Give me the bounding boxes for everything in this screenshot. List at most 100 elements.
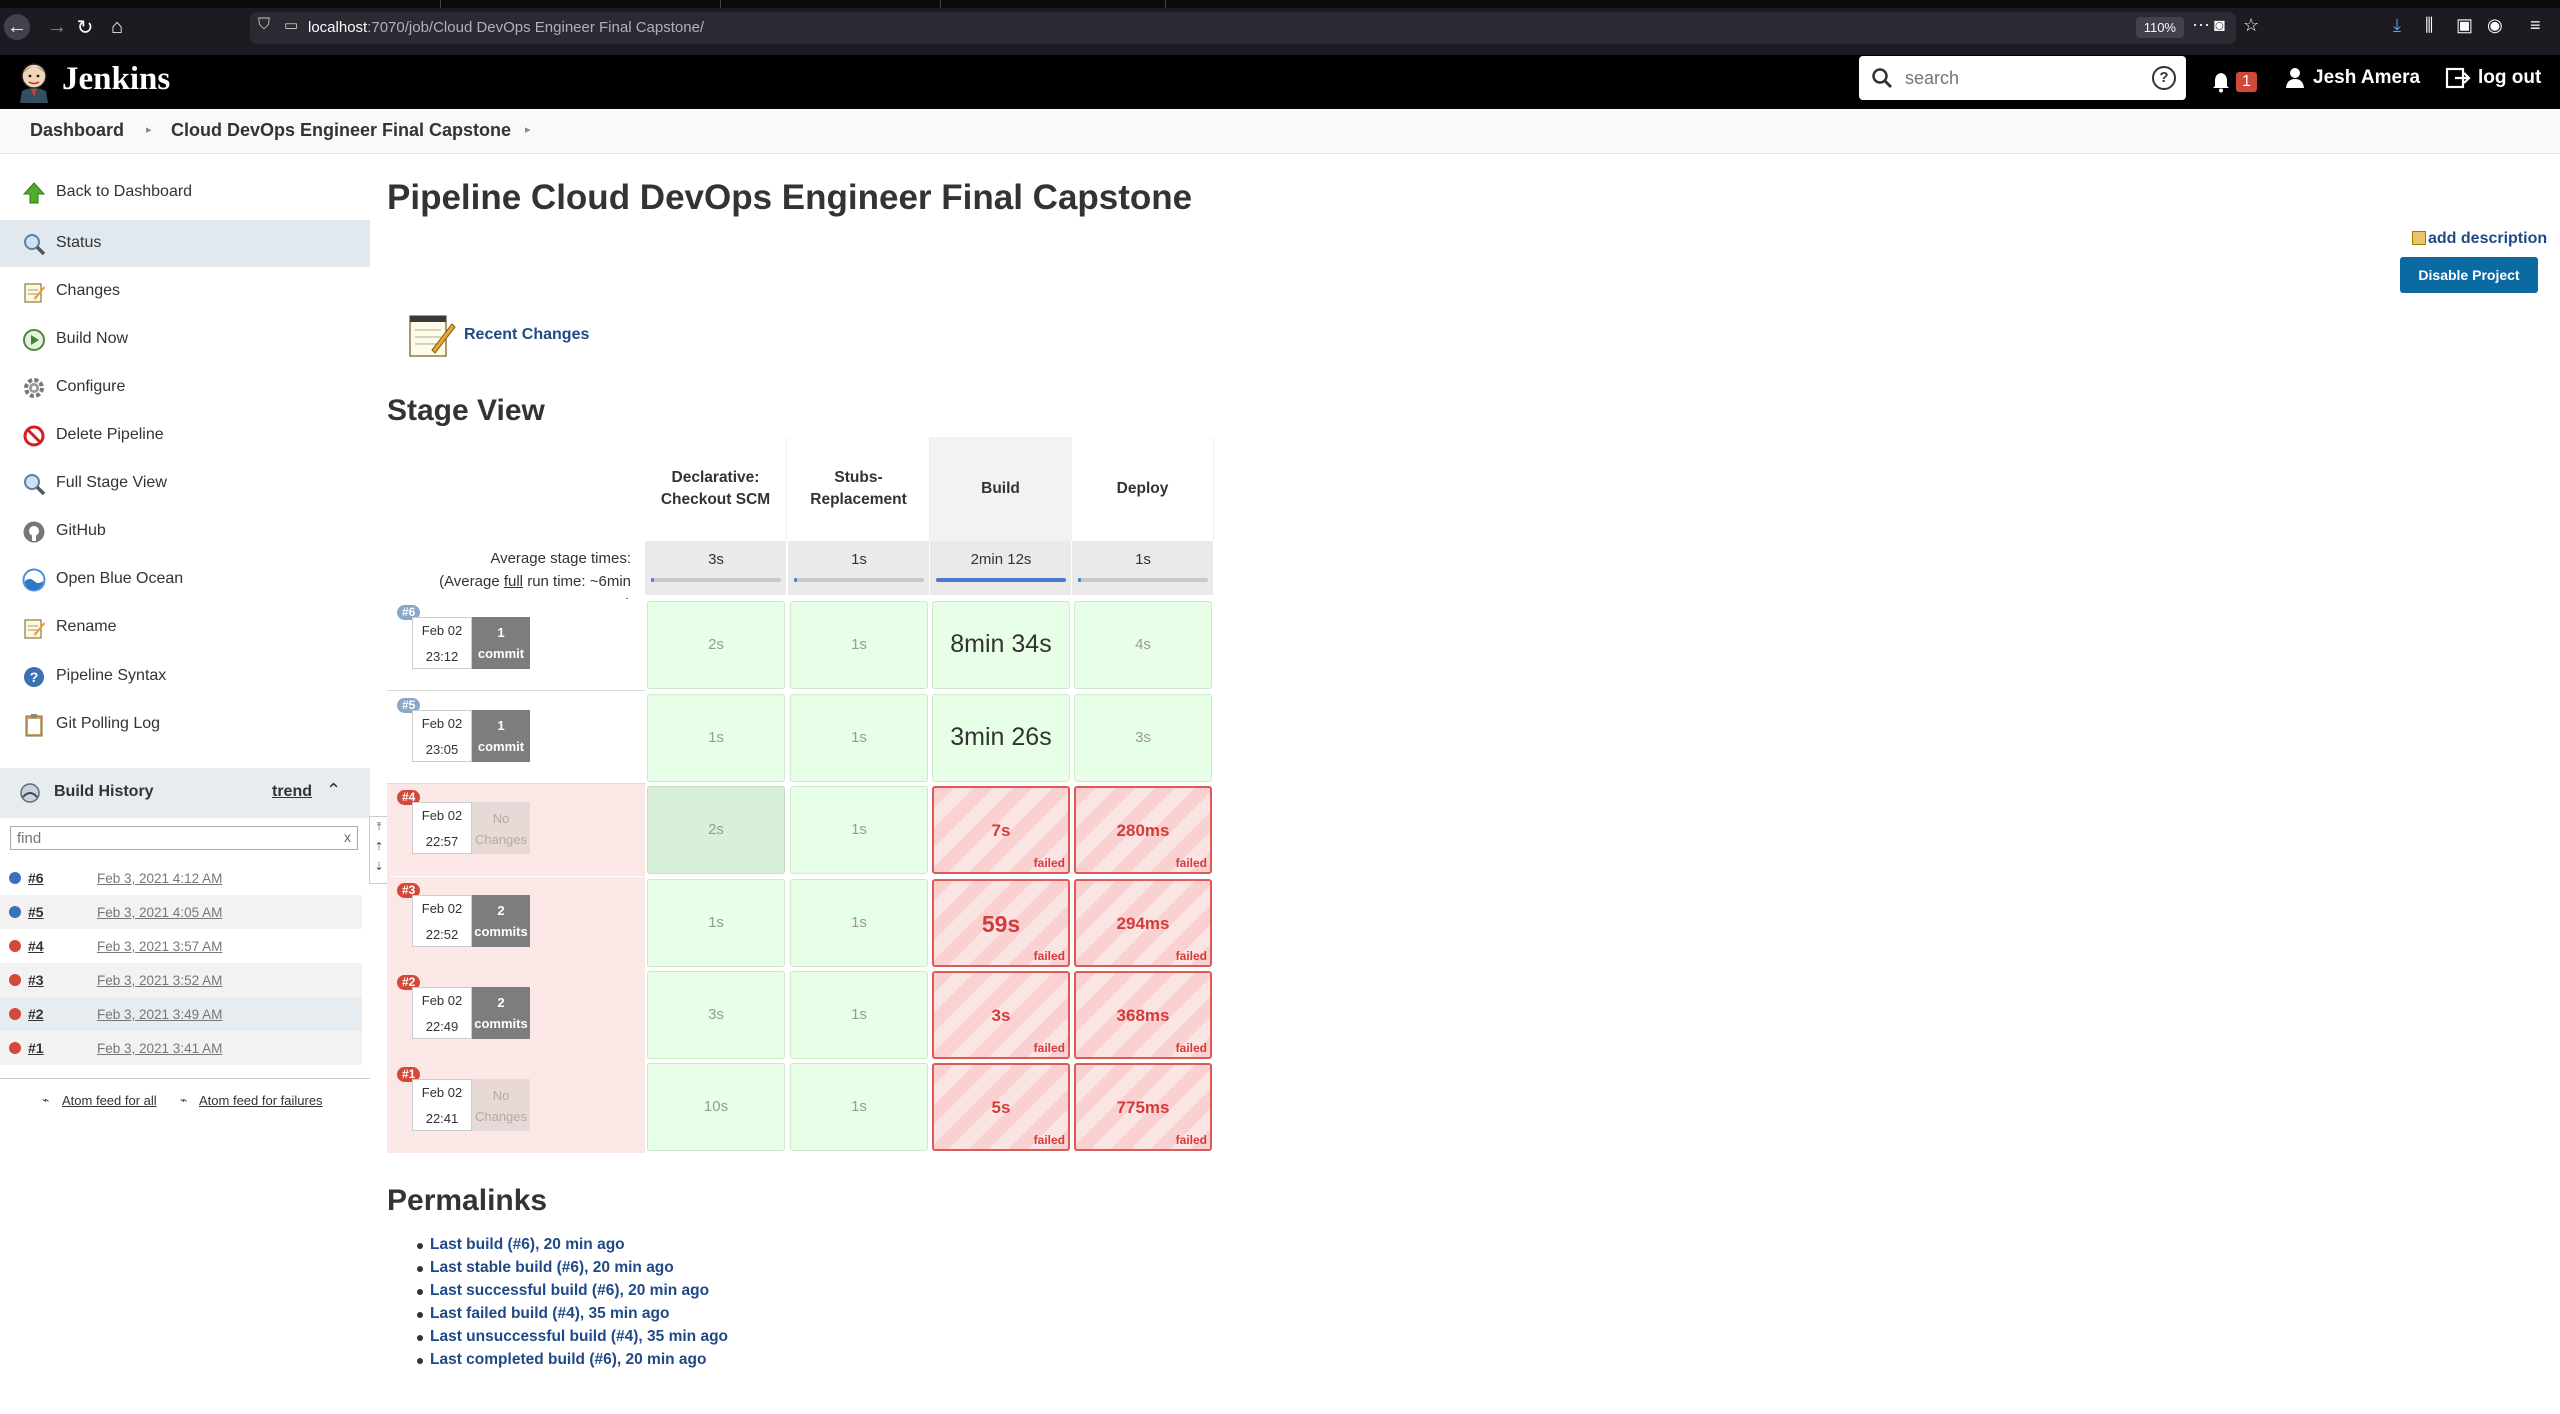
- stage-cell[interactable]: 1s: [647, 694, 785, 782]
- build-number-link[interactable]: #2: [28, 1006, 44, 1022]
- scroll-top-icon[interactable]: ⤒: [370, 817, 388, 837]
- task-changes[interactable]: Changes: [0, 268, 370, 315]
- logout-label[interactable]: log out: [2478, 67, 2541, 89]
- build-date-link[interactable]: Feb 3, 2021 4:05 AM: [97, 905, 222, 920]
- build-history-row[interactable]: #6 Feb 3, 2021 4:12 AM: [0, 861, 362, 895]
- recent-changes-label[interactable]: Recent Changes: [464, 326, 589, 344]
- task-configure[interactable]: Configure: [0, 364, 370, 411]
- rss-feed-icon[interactable]: ⌁: [42, 1093, 49, 1107]
- scroll-down-icon[interactable]: ⇣: [370, 857, 388, 877]
- jenkins-butler-logo-icon[interactable]: [14, 61, 54, 103]
- recent-changes-link[interactable]: Recent Changes: [406, 310, 589, 360]
- stage-cell[interactable]: 3s: [647, 971, 785, 1059]
- add-description-link[interactable]: add description: [2412, 230, 2547, 248]
- back-arrow-icon[interactable]: ←: [4, 14, 30, 40]
- breadcrumb-dashboard[interactable]: Dashboard: [30, 120, 124, 141]
- permalink-item[interactable]: Last failed build (#4), 35 min ago: [417, 1305, 728, 1328]
- build-history-row[interactable]: #2 Feb 3, 2021 3:49 AM: [0, 997, 362, 1031]
- stage-cell[interactable]: 7s failed: [932, 786, 1070, 874]
- build-date-link[interactable]: Feb 3, 2021 3:57 AM: [97, 939, 222, 954]
- forward-arrow-icon[interactable]: →: [44, 14, 70, 40]
- build-date-link[interactable]: Feb 3, 2021 4:12 AM: [97, 871, 222, 886]
- reload-icon[interactable]: ↻: [72, 14, 98, 40]
- stage-cell[interactable]: 1s: [647, 879, 785, 967]
- build-date-link[interactable]: Feb 3, 2021 3:49 AM: [97, 1007, 222, 1022]
- address-bar[interactable]: ⛉ ▭ localhost:7070/job/Cloud DevOps Engi…: [250, 12, 2236, 44]
- stage-cell[interactable]: 3s failed: [932, 971, 1070, 1059]
- app-menu-icon[interactable]: ≡: [2530, 15, 2541, 36]
- stage-cell[interactable]: 1s: [790, 879, 928, 967]
- disable-project-button[interactable]: Disable Project: [2400, 257, 2538, 293]
- task-git-polling-log[interactable]: Git Polling Log: [0, 701, 370, 748]
- atom-feed-failures-link[interactable]: Atom feed for failures: [199, 1093, 323, 1108]
- stage-cell[interactable]: 1s: [790, 786, 928, 874]
- stage-cell[interactable]: 294ms failed: [1074, 879, 1212, 967]
- permalink-item[interactable]: Last unsuccessful build (#4), 35 min ago: [417, 1328, 728, 1351]
- atom-feed-all-link[interactable]: Atom feed for all: [62, 1093, 157, 1108]
- stage-cell[interactable]: 59s failed: [932, 879, 1070, 967]
- search-input[interactable]: [1903, 64, 2133, 92]
- stage-cell[interactable]: 2s: [647, 786, 785, 874]
- build-date-link[interactable]: Feb 3, 2021 3:41 AM: [97, 1041, 222, 1056]
- find-input[interactable]: [11, 827, 331, 849]
- trend-link[interactable]: trend: [272, 783, 312, 801]
- build-date-link[interactable]: Feb 3, 2021 3:52 AM: [97, 973, 222, 988]
- stage-cell[interactable]: 2s: [647, 601, 785, 689]
- build-number-link[interactable]: #5: [28, 904, 44, 920]
- permalink-item[interactable]: Last completed build (#6), 20 min ago: [417, 1351, 728, 1374]
- rss-feed-icon[interactable]: ⌁: [180, 1093, 187, 1107]
- notifications-button[interactable]: 1: [2210, 67, 2257, 97]
- stage-cell[interactable]: 5s failed: [932, 1063, 1070, 1151]
- task-pipeline-syntax[interactable]: ? Pipeline Syntax: [0, 653, 370, 700]
- app-title[interactable]: Jenkins: [62, 61, 170, 98]
- task-open-blue-ocean[interactable]: Open Blue Ocean: [0, 556, 370, 603]
- task-status[interactable]: Status: [0, 220, 370, 267]
- stage-cell[interactable]: 1s: [790, 1063, 928, 1151]
- build-number-link[interactable]: #6: [28, 870, 44, 886]
- build-number-link[interactable]: #1: [28, 1040, 44, 1056]
- search-box[interactable]: ?: [1859, 56, 2186, 100]
- stage-cell[interactable]: 4s: [1074, 601, 1212, 689]
- build-run-row[interactable]: #4 Feb 02 22:57 No Changes: [387, 784, 645, 876]
- build-history-row[interactable]: #1 Feb 3, 2021 3:41 AM: [0, 1031, 362, 1065]
- breadcrumb-separator-icon[interactable]: ▸: [525, 123, 531, 136]
- account-icon[interactable]: ◉: [2487, 15, 2503, 36]
- tracking-shield-icon[interactable]: ⛉: [258, 16, 270, 34]
- build-history-row[interactable]: #4 Feb 3, 2021 3:57 AM: [0, 929, 362, 963]
- build-history-row[interactable]: #5 Feb 3, 2021 4:05 AM: [0, 895, 362, 929]
- build-run-row[interactable]: #5 Feb 02 23:05 1 commit: [387, 692, 645, 784]
- breadcrumb-job[interactable]: Cloud DevOps Engineer Final Capstone: [171, 120, 511, 141]
- page-info-icon[interactable]: ▭: [284, 16, 298, 34]
- commit-count-box[interactable]: 1 commit: [472, 617, 530, 669]
- stage-cell[interactable]: 775ms failed: [1074, 1063, 1212, 1151]
- task-build-now[interactable]: Build Now: [0, 316, 370, 363]
- commit-count-box[interactable]: 2 commits: [472, 987, 530, 1039]
- build-history-row[interactable]: #3 Feb 3, 2021 3:52 AM: [0, 963, 362, 997]
- library-icon[interactable]: ⫼: [2425, 15, 2433, 36]
- permalink-item[interactable]: Last build (#6), 20 min ago: [417, 1236, 728, 1259]
- stage-cell[interactable]: 280ms failed: [1074, 786, 1212, 874]
- stage-cell[interactable]: 10s: [647, 1063, 785, 1151]
- stage-cell[interactable]: 3s: [1074, 694, 1212, 782]
- search-help-icon[interactable]: ?: [2152, 66, 2176, 90]
- stage-cell[interactable]: 8min 34s: [932, 601, 1070, 689]
- commit-count-box[interactable]: 1 commit: [472, 710, 530, 762]
- user-name[interactable]: Jesh Amera: [2313, 67, 2420, 89]
- stage-cell[interactable]: 1s: [790, 601, 928, 689]
- stage-cell[interactable]: 1s: [790, 971, 928, 1059]
- bookmark-star-icon[interactable]: ☆: [2243, 15, 2259, 36]
- build-number-link[interactable]: #4: [28, 938, 44, 954]
- task-full-stage-view[interactable]: Full Stage View: [0, 460, 370, 507]
- build-run-row[interactable]: #2 Feb 02 22:49 2 commits: [387, 969, 645, 1061]
- sidebar-toggle-icon[interactable]: ▣: [2456, 15, 2473, 36]
- build-history-scroll-controls[interactable]: ⤒ ⇡ ⇣: [369, 816, 389, 884]
- permalink-item[interactable]: Last stable build (#6), 20 min ago: [417, 1259, 728, 1282]
- page-actions-icon[interactable]: ···: [2192, 14, 2210, 35]
- zoom-level[interactable]: 110%: [2135, 17, 2184, 38]
- stage-cell[interactable]: 368ms failed: [1074, 971, 1212, 1059]
- logout-button[interactable]: log out: [2445, 67, 2541, 89]
- build-history-filter[interactable]: x: [10, 826, 358, 850]
- home-icon[interactable]: ⌂: [104, 14, 130, 40]
- clear-filter-icon[interactable]: x: [344, 829, 351, 845]
- commit-count-box[interactable]: 2 commits: [472, 895, 530, 947]
